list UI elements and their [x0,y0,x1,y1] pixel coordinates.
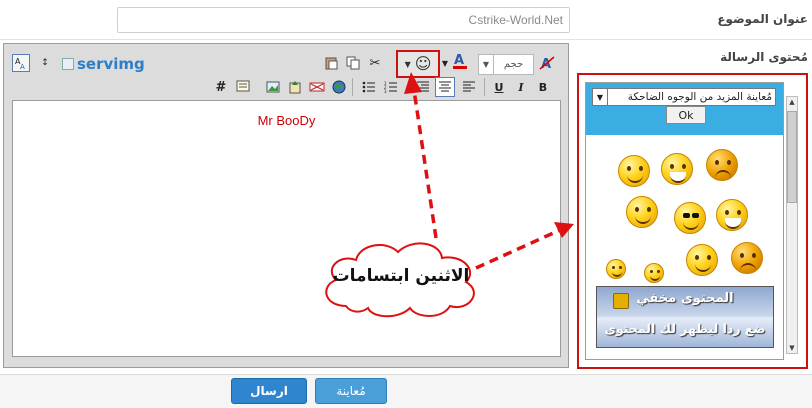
chevron-down-icon: ▼ [593,89,608,105]
callout-text: الاثنين ابتسامات [332,266,470,286]
scroll-down-icon[interactable]: ▼ [787,343,797,353]
hidden-content-banner[interactable]: المحتوى مخفي ضع ردا ليظهر لك المحتوى [596,286,774,348]
smiley-hat-icon[interactable] [606,259,626,279]
smiley-happy-icon[interactable] [618,155,650,187]
smiley-cool-icon[interactable] [674,202,706,234]
ok-button[interactable]: Ok [666,106,706,124]
smiley-grin-icon[interactable] [661,153,693,185]
scroll-up-icon[interactable]: ▲ [787,97,797,107]
form-actions-bar [0,374,812,408]
scroll-thumb[interactable] [787,111,797,203]
send-button[interactable]: ارسال [231,378,307,404]
smiley-smile-icon[interactable] [686,244,718,276]
smiley-cry-icon[interactable] [731,242,763,274]
smiley-sad-icon[interactable] [706,149,738,181]
hidden-banner-subtitle: ضع ردا ليظهر لك المحتوى [604,321,766,336]
smiley-popcorn-icon[interactable] [644,263,664,283]
preview-button[interactable]: مُعاينة [315,378,387,404]
smiley-category-select[interactable]: ▼ مُعاينة المزيد من الوجوه الضاحكة [592,88,776,106]
smiley-panel-header: ▼ مُعاينة المزيد من الوجوه الضاحكة Ok [586,83,783,135]
hidden-banner-title: المحتوى مخفي [636,291,734,306]
smiley-panel-scrollbar[interactable]: ▲ ▼ [786,96,798,354]
smiley-laugh-icon[interactable] [716,199,748,231]
smiley-panel: ▼ مُعاينة المزيد من الوجوه الضاحكة Ok ال… [585,82,784,360]
smiley-wave-icon[interactable] [626,196,658,228]
smiley-category-value: مُعاينة المزيد من الوجوه الضاحكة [627,91,772,103]
